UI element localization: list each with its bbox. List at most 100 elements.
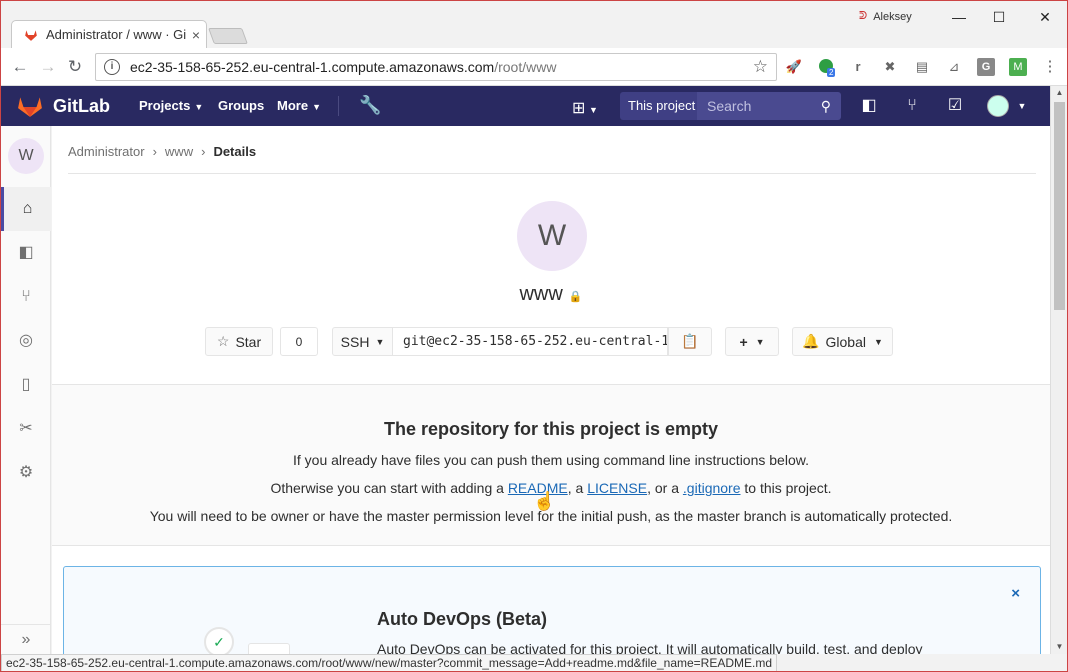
chevron-down-icon: ▼ xyxy=(873,336,883,347)
url-host: ec2-35-158-65-252.eu-central-1.compute.a… xyxy=(130,59,495,75)
issues-icon: ◧ xyxy=(18,244,34,261)
plus-icon: + xyxy=(739,333,748,350)
m-extension-icon[interactable]: M xyxy=(1009,58,1027,76)
merge-request-icon: ⑂ xyxy=(21,288,31,305)
sidebar-item-ci-cd[interactable]: ◎ xyxy=(1,319,51,363)
rocket-icon: ◎ xyxy=(19,332,33,349)
new-tab-button[interactable] xyxy=(208,28,248,44)
bookmark-star-icon[interactable]: ☆ xyxy=(753,57,768,77)
nav-groups[interactable]: Groups xyxy=(218,86,264,126)
sidebar-item-wiki[interactable]: ▯ xyxy=(1,363,51,407)
search-input[interactable]: Search ⚲ xyxy=(697,92,841,120)
clone-url-input[interactable]: git@ec2-35-158-65-252.eu-central-1.compu… xyxy=(392,327,668,356)
forward-icon[interactable]: → xyxy=(37,56,59,78)
search-icon: ⚲ xyxy=(820,98,831,114)
admin-wrench-icon[interactable]: 🔧 xyxy=(359,95,381,116)
nav-projects[interactable]: Projects ▼ xyxy=(139,86,203,126)
nav-divider xyxy=(338,96,339,116)
address-bar[interactable]: i ec2-35-158-65-252.eu-central-1.compute… xyxy=(95,53,777,81)
new-dropdown[interactable]: ⊞ ▼ xyxy=(572,98,598,118)
browser-window: Administrator / www · GitLab × ᕲ Aleksey… xyxy=(0,0,1068,672)
search-scope[interactable]: This project xyxy=(620,92,704,120)
close-window-button[interactable]: ✕ xyxy=(1025,5,1065,29)
g-extension-icon[interactable]: G xyxy=(977,58,995,76)
maximize-button[interactable]: ☐ xyxy=(979,5,1019,29)
sidebar-item-settings[interactable]: ⚙ xyxy=(1,451,51,495)
empty-repo-panel: The repository for this project is empty… xyxy=(52,384,1050,546)
browser-titlebar: Administrator / www · GitLab × ᕲ Aleksey… xyxy=(1,1,1067,48)
r-extension-icon[interactable]: r xyxy=(849,58,867,76)
issues-icon[interactable]: ◧ xyxy=(858,95,880,117)
star-button[interactable]: ☆ Star xyxy=(205,327,273,356)
brand-label: GitLab xyxy=(53,95,110,116)
extension-badge: 2 xyxy=(827,68,836,77)
chevron-down-icon[interactable]: ▼ xyxy=(1011,95,1033,117)
hand-cursor-icon: ☝ xyxy=(533,491,556,511)
copy-url-button[interactable]: 📋 xyxy=(668,327,712,356)
main-content: Administrator › www › Details W www 🔒 ☆ St… xyxy=(52,126,1050,654)
sidebar-item-merge-requests[interactable]: ⑂ xyxy=(1,275,51,319)
gitignore-link[interactable]: .gitignore xyxy=(683,480,741,496)
auto-devops-banner: ✓ Auto DevOps (Beta) Auto DevOps can be … xyxy=(63,566,1041,654)
collapse-sidebar-button[interactable]: » xyxy=(1,624,51,654)
breadcrumb-divider xyxy=(68,173,1036,174)
browser-tab[interactable]: Administrator / www · GitLab × xyxy=(11,20,207,48)
menu-kebab-icon[interactable]: ⋮ xyxy=(1041,58,1059,76)
todos-icon[interactable]: ☑ xyxy=(944,95,966,117)
bell-icon: 🔔 xyxy=(802,333,820,349)
chevron-right-icon: › xyxy=(201,144,206,159)
breadcrumb: Administrator › www › Details xyxy=(68,144,256,159)
auto-devops-text: Auto DevOps can be activated for this pr… xyxy=(377,641,923,654)
project-title: www 🔒 xyxy=(52,283,1050,306)
plus-square-icon: ⊞ xyxy=(572,100,586,117)
chevron-down-icon: ▼ xyxy=(589,105,598,115)
green-extension-icon[interactable]: 2 xyxy=(817,58,836,77)
user-avatar[interactable] xyxy=(987,95,1009,117)
notification-dropdown[interactable]: 🔔 Global ▼ xyxy=(792,327,893,356)
close-icon[interactable]: × xyxy=(1011,585,1020,602)
clone-protocol-dropdown[interactable]: SSH ▼ xyxy=(332,327,393,356)
nav-more[interactable]: More ▼ xyxy=(277,86,321,126)
scrollbar-thumb[interactable] xyxy=(1054,102,1065,310)
sidebar-project-avatar[interactable]: W xyxy=(8,138,44,174)
gitlab-favicon-icon xyxy=(24,28,38,42)
sidebar-item-overview[interactable]: ⌂ xyxy=(1,187,51,231)
browser-profile[interactable]: ᕲ Aleksey xyxy=(859,10,912,23)
page-scrollbar[interactable]: ▲ ▼ xyxy=(1050,86,1067,654)
scroll-down-arrow[interactable]: ▼ xyxy=(1051,640,1067,654)
rocket-extension-icon[interactable]: 🚀 xyxy=(785,58,803,76)
back-icon[interactable]: ← xyxy=(9,56,31,78)
breadcrumb-current[interactable]: Details xyxy=(213,144,256,159)
lock-icon: 🔒 xyxy=(568,291,583,303)
profile-name: Aleksey xyxy=(873,10,912,23)
gitlab-tanuki-icon xyxy=(18,97,42,117)
browser-toolbar: ← → ↻ i ec2-35-158-65-252.eu-central-1.c… xyxy=(1,48,1067,86)
reload-icon[interactable]: ↻ xyxy=(64,56,86,78)
illustration-card xyxy=(248,643,290,654)
gitlab-logo[interactable]: GitLab xyxy=(17,94,110,118)
pdf-extension-icon[interactable]: ⊿ xyxy=(945,58,963,76)
project-controls: ☆ Star 0 SSH ▼ git@ec2-35-158-65-252.eu-ce… xyxy=(52,327,1050,357)
merge-requests-icon[interactable]: ⑂ xyxy=(901,95,923,117)
doc-extension-icon[interactable]: ▤ xyxy=(913,58,931,76)
license-link[interactable]: LICENSE xyxy=(587,480,647,496)
site-info-icon[interactable]: i xyxy=(104,59,120,75)
project-name: www xyxy=(519,283,563,305)
gitlab-navbar: GitLab Projects ▼ Groups More ▼ 🔧 ⊞ ▼ This… xyxy=(1,86,1067,126)
profile-icon: ᕲ xyxy=(859,10,868,22)
gear-icon: ⚙ xyxy=(18,464,34,481)
breadcrumb-item[interactable]: Administrator xyxy=(68,144,145,159)
sidebar-item-snippets[interactable]: ✂ xyxy=(1,407,51,451)
tab-close-icon[interactable]: × xyxy=(186,27,206,43)
chevron-down-icon: ▼ xyxy=(194,102,204,112)
scroll-up-arrow[interactable]: ▲ xyxy=(1051,86,1067,100)
sidebar-item-issues[interactable]: ◧ xyxy=(1,231,51,275)
minimize-button[interactable]: — xyxy=(939,5,979,29)
star-count[interactable]: 0 xyxy=(280,327,318,356)
add-dropdown[interactable]: + ▼ xyxy=(725,327,779,356)
chevron-down-icon: ▼ xyxy=(312,102,321,112)
home-icon: ⌂ xyxy=(22,200,33,217)
project-sidebar: W ⌂ ◧ ⑂ ◎ ▯ ✂ ⚙ » xyxy=(1,126,51,654)
breadcrumb-item[interactable]: www xyxy=(165,144,193,159)
x-extension-icon[interactable]: ✖ xyxy=(881,58,899,76)
